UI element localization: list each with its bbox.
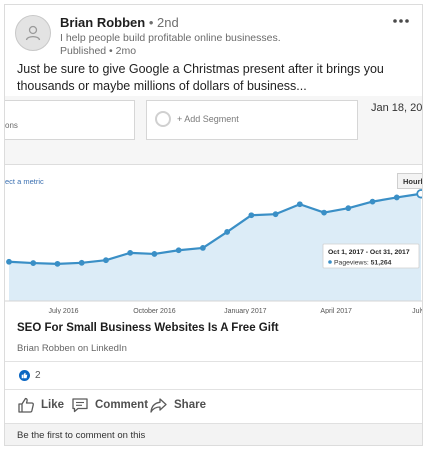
data-point — [54, 260, 61, 267]
post-text: Just be sure to give Google a Christmas … — [17, 62, 384, 93]
data-point — [321, 209, 327, 216]
add-segment-box: + Add Segment — [146, 100, 358, 140]
data-point — [127, 249, 134, 256]
like-button[interactable]: Like — [17, 393, 64, 417]
analytics-screenshot[interactable]: ons + Add Segment Jan 18, 201 ect a metr… — [5, 96, 422, 314]
data-point — [78, 259, 85, 266]
data-point — [272, 211, 279, 218]
divider — [5, 361, 422, 362]
tooltip-date-range: Oct 1, 2017 - Oct 31, 2017 — [328, 249, 410, 256]
share-label: Share — [174, 399, 206, 411]
social-actions: Like Comment Share — [5, 393, 422, 419]
data-point — [296, 201, 303, 208]
chart-panel: ect a metric Hourl July 2016 October 2016… — [5, 164, 422, 314]
data-point — [416, 189, 422, 199]
comment-button[interactable]: Comment — [71, 393, 148, 417]
like-label: Like — [41, 399, 65, 411]
comment-icon — [72, 398, 88, 413]
data-point — [345, 205, 352, 212]
comment-prompt-area[interactable]: Be the first to comment on this — [5, 423, 422, 445]
post-card: Brian Robben • 2nd I help people build p… — [4, 4, 423, 446]
person-icon — [25, 25, 41, 41]
more-options-button[interactable] — [392, 11, 410, 29]
data-point — [199, 245, 206, 251]
divider — [5, 389, 422, 390]
segment-circle-icon — [155, 111, 171, 127]
comment-prompt: Be the first to comment on this — [17, 430, 146, 441]
x-tick-label: July 2017 — [412, 308, 422, 314]
data-point — [369, 198, 376, 205]
segment-label: ons — [5, 121, 18, 130]
reactions-summary[interactable]: 2 — [19, 370, 41, 381]
data-point — [175, 247, 182, 254]
share-icon — [150, 398, 167, 413]
author-line: Brian Robben • 2nd — [60, 15, 179, 30]
author-headline: I help people build profitable online bu… — [60, 32, 281, 44]
like-reaction-icon — [19, 370, 30, 381]
connection-degree: • 2nd — [148, 15, 179, 30]
thumbs-up-icon — [18, 397, 34, 413]
data-point — [30, 260, 37, 266]
tooltip-metric: Pageviews: 51,264 — [334, 260, 392, 267]
data-point — [393, 194, 400, 201]
data-point — [6, 258, 12, 265]
x-tick-label: July 2016 — [49, 308, 79, 314]
add-segment-label: + Add Segment — [177, 114, 239, 124]
x-tick-label: October 2016 — [133, 308, 176, 314]
author-name[interactable]: Brian Robben — [60, 15, 145, 30]
data-point — [224, 229, 231, 235]
article-title[interactable]: SEO For Small Business Websites Is A Fre… — [17, 322, 279, 334]
data-point — [248, 212, 255, 219]
comment-label: Comment — [95, 399, 149, 411]
x-tick-label: January 2017 — [224, 308, 267, 314]
reaction-count: 2 — [35, 370, 41, 381]
article-source: Brian Robben on LinkedIn — [17, 343, 127, 354]
published-time: Published • 2mo — [60, 45, 137, 57]
date-range: Jan 18, 201 — [371, 102, 422, 114]
share-button[interactable]: Share — [149, 393, 206, 417]
segment-box: ons — [5, 100, 135, 140]
x-tick-label: April 2017 — [320, 308, 352, 314]
more-horizontal-icon — [393, 19, 409, 23]
data-point — [103, 257, 109, 264]
tooltip-series-dot — [328, 260, 332, 264]
pageviews-chart: July 2016 October 2016 January 2017 April 2… — [5, 189, 422, 314]
avatar[interactable] — [15, 15, 51, 51]
data-point — [151, 251, 158, 257]
